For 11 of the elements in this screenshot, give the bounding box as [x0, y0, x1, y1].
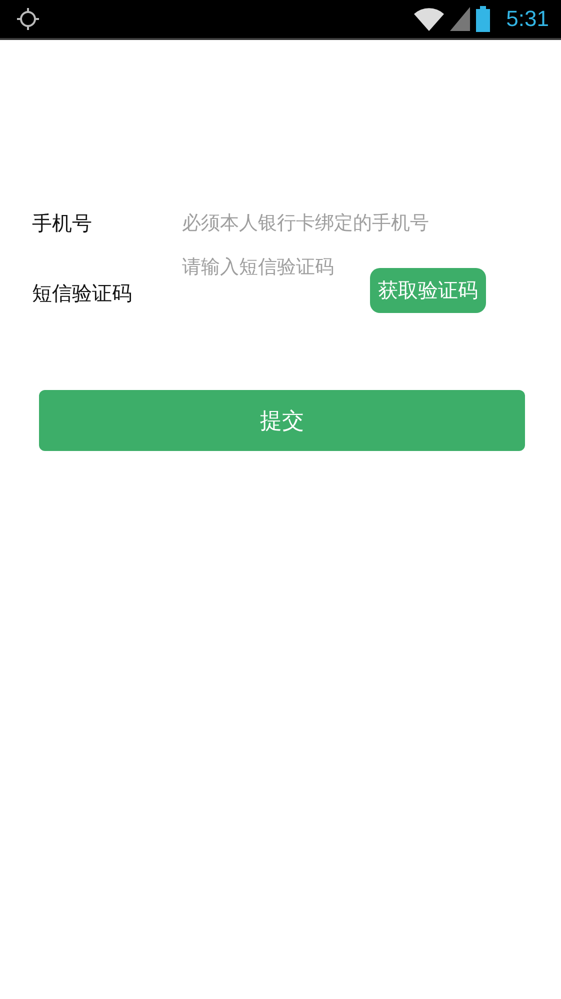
- input-field[interactable]: 请输入短信验证码: [182, 256, 370, 278]
- submit-button[interactable]: 提交: [39, 390, 525, 451]
- get-code-button[interactable]: 获取验证码: [370, 268, 486, 313]
- clock-time: 5:31: [506, 6, 549, 32]
- field-label: 短信验证码: [32, 280, 133, 307]
- wifi-icon: [414, 7, 444, 31]
- signal-icon: [450, 7, 470, 31]
- input-field[interactable]: 必须本人银行卡绑定的手机号: [182, 212, 522, 234]
- location-icon: [16, 7, 40, 31]
- battery-icon: [476, 6, 490, 32]
- field-label: 手机号: [32, 210, 93, 236]
